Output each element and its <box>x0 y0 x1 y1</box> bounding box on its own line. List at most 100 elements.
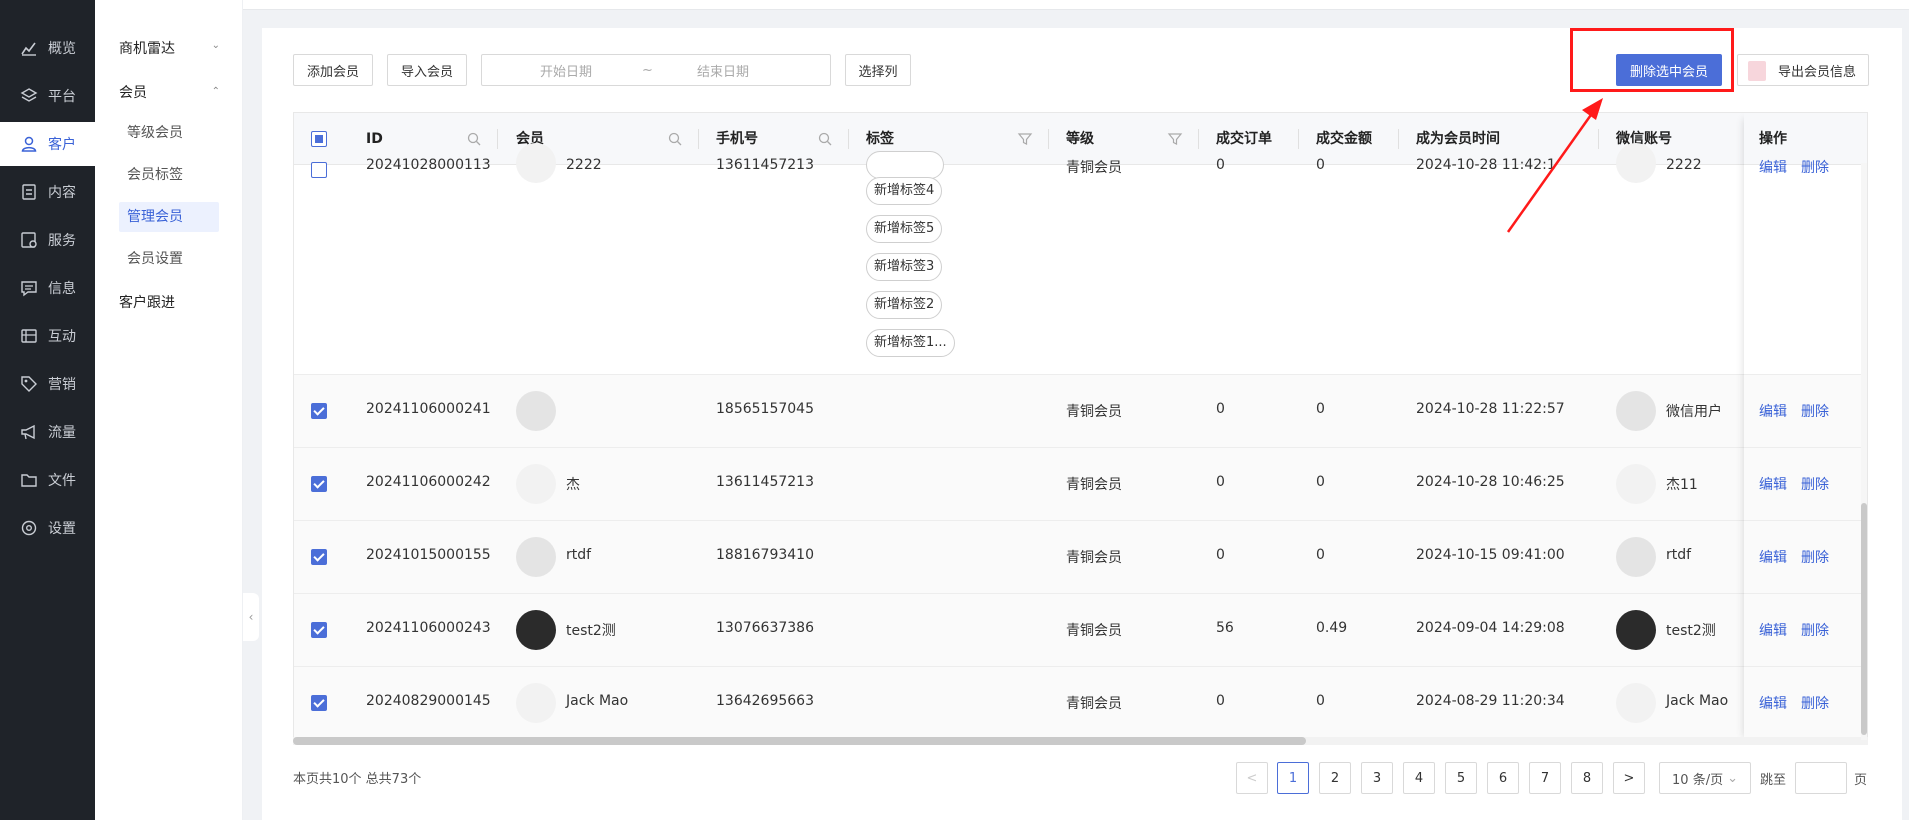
horizontal-scrollbar[interactable] <box>293 737 1868 745</box>
cell-orders: 0 <box>1216 474 1225 490</box>
tag-badge: 新增标签5 <box>866 215 943 243</box>
service-icon <box>20 231 38 249</box>
pagination-summary: 本页共10个 总共73个 <box>293 772 422 787</box>
nav-item-settings[interactable]: 设置 <box>0 506 95 550</box>
nav-item-info[interactable]: 信息 <box>0 266 95 310</box>
nav-item-interaction[interactable]: 互动 <box>0 314 95 358</box>
cell-orders: 0 <box>1216 401 1225 417</box>
row-checkbox[interactable] <box>311 695 327 711</box>
tag-icon <box>20 375 38 393</box>
nav-item-service[interactable]: 服务 <box>0 218 95 262</box>
nav-item-files[interactable]: 文件 <box>0 458 95 502</box>
jump-label: 跳至 <box>1760 773 1787 788</box>
secondary-sidebar: 商机雷达 ⌄ 会员 ⌃ 等级会员 会员标签 管理会员 会员设置 客户跟进 <box>95 0 243 820</box>
page-button-8[interactable]: 8 <box>1571 762 1603 794</box>
cell-member: rtdf <box>566 547 592 563</box>
page-button-3[interactable]: 3 <box>1361 762 1393 794</box>
avatar <box>1616 143 1656 183</box>
nav-item-marketing[interactable]: 营销 <box>0 362 95 406</box>
search-icon[interactable] <box>817 131 833 147</box>
cell-id: 20241106000242 <box>366 474 491 490</box>
add-member-button[interactable]: 添加会员 <box>293 54 373 86</box>
submenu-item-member-tags[interactable]: 会员标签 <box>119 160 219 190</box>
submenu-group-member[interactable]: 会员 <box>119 82 147 102</box>
date-end-input[interactable]: 结束日期 <box>697 61 749 80</box>
avatar <box>516 143 556 183</box>
submenu-item-level-member[interactable]: 等级会员 <box>119 118 219 148</box>
page-button-4[interactable]: 4 <box>1403 762 1435 794</box>
chevron-left-icon: ‹ <box>248 610 254 624</box>
cell-id: 20241106000243 <box>366 620 491 636</box>
export-info-button[interactable]: 导出会员信息 <box>1737 54 1869 86</box>
cell-wechat: 2222 <box>1666 157 1702 173</box>
date-range-picker[interactable]: 开始日期 ~ 结束日期 <box>481 54 831 86</box>
row-checkbox[interactable] <box>311 162 327 178</box>
nav-item-platform[interactable]: 平台 <box>0 74 95 118</box>
cell-level: 青铜会员 <box>1066 550 1122 566</box>
scrollbar-thumb[interactable] <box>1861 503 1867 735</box>
select-columns-button[interactable]: 选择列 <box>845 54 911 86</box>
next-page-button[interactable]: > <box>1613 762 1645 794</box>
cell-level: 青铜会员 <box>1066 623 1122 639</box>
search-icon[interactable] <box>667 131 683 147</box>
avatar <box>516 683 556 723</box>
table-row: 20240829000145 Jack Mao 13642695663 青铜会员… <box>294 667 1867 740</box>
page-size-select[interactable]: 10 条/页 ⌄ <box>1659 762 1751 794</box>
select-all-checkbox[interactable] <box>311 131 327 147</box>
search-icon[interactable] <box>466 131 482 147</box>
message-icon <box>20 279 38 297</box>
import-member-button[interactable]: 导入会员 <box>387 54 467 86</box>
cell-amount: 0 <box>1316 157 1325 173</box>
avatar <box>1616 537 1656 577</box>
nav-item-label: 文件 <box>48 473 76 489</box>
submenu-group-radar[interactable]: 商机雷达 <box>119 38 175 58</box>
submenu-group-followup[interactable]: 客户跟进 <box>119 292 175 312</box>
nav-item-overview[interactable]: 概览 <box>0 26 95 70</box>
cell-member-time: 2024-10-15 09:41:00 <box>1416 547 1565 563</box>
avatar <box>516 464 556 504</box>
table-row: 20241028000113 2222 13611457213 新增标签4 新增… <box>294 143 1867 375</box>
nav-item-traffic[interactable]: 流量 <box>0 410 95 454</box>
top-bar <box>243 0 1909 10</box>
avatar <box>516 391 556 431</box>
cell-id: 20241015000155 <box>366 547 491 563</box>
row-checkbox[interactable] <box>311 476 327 492</box>
cell-member-time: 2024-09-04 14:29:08 <box>1416 620 1565 636</box>
date-start-input[interactable]: 开始日期 <box>540 61 592 80</box>
tag-badge: 新增标签2 <box>866 291 943 319</box>
cell-phone: 13611457213 <box>716 474 814 490</box>
cell-member-time: 2024-10-28 10:46:25 <box>1416 474 1565 490</box>
page-button-2[interactable]: 2 <box>1319 762 1351 794</box>
filter-icon[interactable] <box>1017 131 1033 147</box>
cell-member: test2测 <box>566 623 616 639</box>
cell-wechat: Jack Mao <box>1666 693 1729 709</box>
nav-item-content[interactable]: 内容 <box>0 170 95 214</box>
page-button-6[interactable]: 6 <box>1487 762 1519 794</box>
nav-item-label: 信息 <box>48 281 76 297</box>
avatar <box>516 537 556 577</box>
cell-member-time: 2024-08-29 11:20:34 <box>1416 693 1565 709</box>
filter-icon[interactable] <box>1167 131 1183 147</box>
cell-orders: 0 <box>1216 157 1225 173</box>
submenu-item-member-settings[interactable]: 会员设置 <box>119 244 219 274</box>
scrollbar-thumb[interactable] <box>293 737 1306 745</box>
nav-item-label: 平台 <box>48 89 76 105</box>
table-row: 20241106000241 18565157045 青铜会员 0 0 2024… <box>294 375 1867 448</box>
nav-item-label: 互动 <box>48 329 76 345</box>
row-checkbox[interactable] <box>311 403 327 419</box>
jump-page-input[interactable] <box>1795 762 1847 794</box>
page-button-1[interactable]: 1 <box>1277 762 1309 794</box>
collapse-sidebar-button[interactable]: ‹ <box>243 593 259 641</box>
nav-item-customer[interactable]: 客户 <box>0 122 95 166</box>
page-button-5[interactable]: 5 <box>1445 762 1477 794</box>
layers-icon <box>20 87 38 105</box>
row-checkbox[interactable] <box>311 622 327 638</box>
vertical-scrollbar[interactable] <box>1861 163 1867 740</box>
cell-phone: 18816793410 <box>716 547 814 563</box>
prev-page-button[interactable]: < <box>1236 762 1268 794</box>
cell-wechat: 杰11 <box>1666 477 1698 493</box>
page-button-7[interactable]: 7 <box>1529 762 1561 794</box>
cell-member-time: 2024-10-28 11:22:57 <box>1416 401 1565 417</box>
submenu-item-manage-member[interactable]: 管理会员 <box>119 202 219 232</box>
row-checkbox[interactable] <box>311 549 327 565</box>
